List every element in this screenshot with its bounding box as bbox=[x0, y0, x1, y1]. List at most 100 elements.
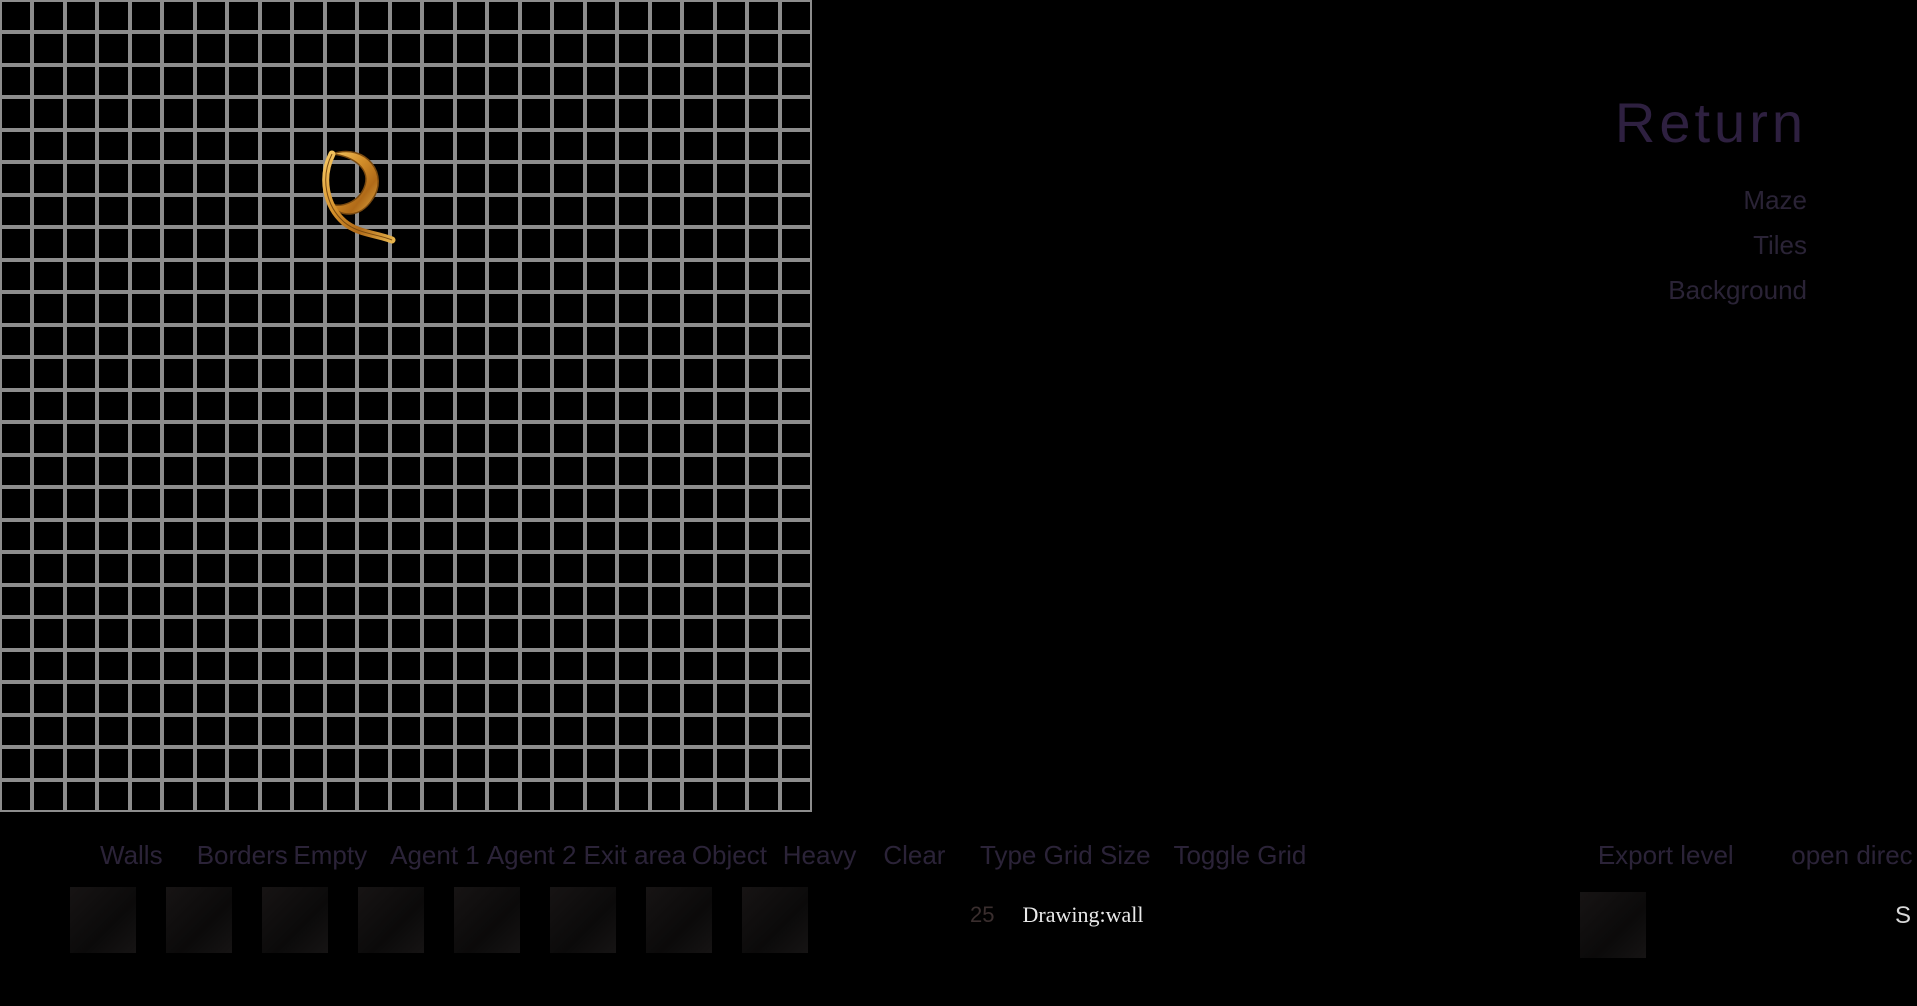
grid-cell[interactable] bbox=[717, 132, 745, 160]
grid-cell[interactable] bbox=[424, 392, 452, 420]
grid-cell[interactable] bbox=[229, 457, 257, 485]
grid-cell[interactable] bbox=[34, 619, 62, 647]
grid-cell[interactable] bbox=[392, 587, 420, 615]
grid-cell[interactable] bbox=[132, 717, 160, 745]
grid-cell[interactable] bbox=[67, 359, 95, 387]
grid-cell[interactable] bbox=[652, 587, 680, 615]
grid-cell[interactable] bbox=[554, 229, 582, 257]
grid-cell[interactable] bbox=[197, 554, 225, 582]
grid-cell[interactable] bbox=[2, 457, 30, 485]
grid-cell[interactable] bbox=[392, 652, 420, 680]
grid-cell[interactable] bbox=[197, 67, 225, 95]
grid-cell[interactable] bbox=[99, 782, 127, 810]
grid-cell[interactable] bbox=[652, 34, 680, 62]
grid-cell[interactable] bbox=[749, 554, 777, 582]
grid-cell[interactable] bbox=[619, 424, 647, 452]
grid-cell[interactable] bbox=[392, 67, 420, 95]
grid-cell[interactable] bbox=[457, 229, 485, 257]
grid-cell[interactable] bbox=[424, 359, 452, 387]
grid-cell[interactable] bbox=[327, 229, 355, 257]
grid-cell[interactable] bbox=[554, 424, 582, 452]
grid-cell[interactable] bbox=[359, 424, 387, 452]
grid-cell[interactable] bbox=[67, 229, 95, 257]
grid-cell[interactable] bbox=[197, 132, 225, 160]
grid-cell[interactable] bbox=[717, 34, 745, 62]
grid-cell[interactable] bbox=[229, 67, 257, 95]
grid-cell[interactable] bbox=[749, 424, 777, 452]
grid-cell[interactable] bbox=[67, 197, 95, 225]
grid-cell[interactable] bbox=[684, 522, 712, 550]
grid-cell[interactable] bbox=[652, 327, 680, 355]
grid-cell[interactable] bbox=[749, 67, 777, 95]
grid-cell[interactable] bbox=[132, 67, 160, 95]
grid-cell[interactable] bbox=[164, 132, 192, 160]
grid-cell[interactable] bbox=[294, 749, 322, 777]
grid-cell[interactable] bbox=[782, 197, 810, 225]
grid-cell[interactable] bbox=[99, 197, 127, 225]
grid-cell[interactable] bbox=[67, 489, 95, 517]
grid-cell[interactable] bbox=[262, 587, 290, 615]
grid-cell[interactable] bbox=[229, 262, 257, 290]
grid-cell[interactable] bbox=[34, 554, 62, 582]
grid-cell[interactable] bbox=[327, 132, 355, 160]
grid-cell[interactable] bbox=[262, 262, 290, 290]
grid-cell[interactable] bbox=[782, 489, 810, 517]
grid-cell[interactable] bbox=[132, 392, 160, 420]
grid-cell[interactable] bbox=[359, 652, 387, 680]
grid-cell[interactable] bbox=[197, 99, 225, 127]
grid-cell[interactable] bbox=[749, 2, 777, 30]
grid-cell[interactable] bbox=[782, 652, 810, 680]
grid-cell[interactable] bbox=[522, 554, 550, 582]
grid-cell[interactable] bbox=[392, 2, 420, 30]
grid-cell[interactable] bbox=[522, 327, 550, 355]
grid-cell[interactable] bbox=[424, 522, 452, 550]
grid-cell[interactable] bbox=[229, 359, 257, 387]
grid-cell[interactable] bbox=[684, 34, 712, 62]
grid-cell[interactable] bbox=[392, 782, 420, 810]
grid-cell[interactable] bbox=[132, 522, 160, 550]
grid-cell[interactable] bbox=[164, 489, 192, 517]
grid-cell[interactable] bbox=[67, 327, 95, 355]
grid-cell[interactable] bbox=[2, 587, 30, 615]
grid-cell[interactable] bbox=[489, 132, 517, 160]
grid-cell[interactable] bbox=[749, 197, 777, 225]
grid-cell[interactable] bbox=[489, 587, 517, 615]
grid-cell[interactable] bbox=[619, 457, 647, 485]
grid-cell[interactable] bbox=[197, 619, 225, 647]
grid-cell[interactable] bbox=[34, 782, 62, 810]
grid-cell[interactable] bbox=[99, 489, 127, 517]
grid-cell[interactable] bbox=[554, 262, 582, 290]
grid-cell[interactable] bbox=[327, 522, 355, 550]
grid-cell[interactable] bbox=[652, 67, 680, 95]
grid-cell[interactable] bbox=[359, 327, 387, 355]
grid-cell[interactable] bbox=[67, 749, 95, 777]
grid-cell[interactable] bbox=[522, 424, 550, 452]
grid-cell[interactable] bbox=[294, 67, 322, 95]
grid-cell[interactable] bbox=[132, 424, 160, 452]
grid-cell[interactable] bbox=[684, 327, 712, 355]
grid-cell[interactable] bbox=[164, 164, 192, 192]
grid-cell[interactable] bbox=[717, 457, 745, 485]
grid-cell[interactable] bbox=[132, 132, 160, 160]
grid-cell[interactable] bbox=[327, 262, 355, 290]
grid-cell[interactable] bbox=[197, 749, 225, 777]
grid-cell[interactable] bbox=[489, 229, 517, 257]
grid-cell[interactable] bbox=[587, 587, 615, 615]
grid-cell[interactable] bbox=[132, 587, 160, 615]
grid-cell[interactable] bbox=[587, 392, 615, 420]
grid-cell[interactable] bbox=[359, 164, 387, 192]
grid-cell[interactable] bbox=[132, 164, 160, 192]
grid-cell[interactable] bbox=[164, 34, 192, 62]
grid-cell[interactable] bbox=[619, 749, 647, 777]
grid-cell[interactable] bbox=[34, 262, 62, 290]
grid-cell[interactable] bbox=[587, 424, 615, 452]
grid-cell[interactable] bbox=[229, 684, 257, 712]
grid-cell[interactable] bbox=[67, 99, 95, 127]
grid-cell[interactable] bbox=[749, 749, 777, 777]
grid-cell[interactable] bbox=[132, 554, 160, 582]
grid-cell[interactable] bbox=[619, 132, 647, 160]
grid-cell[interactable] bbox=[652, 457, 680, 485]
grid-cell[interactable] bbox=[749, 522, 777, 550]
grid-cell[interactable] bbox=[782, 587, 810, 615]
grid-cell[interactable] bbox=[619, 164, 647, 192]
